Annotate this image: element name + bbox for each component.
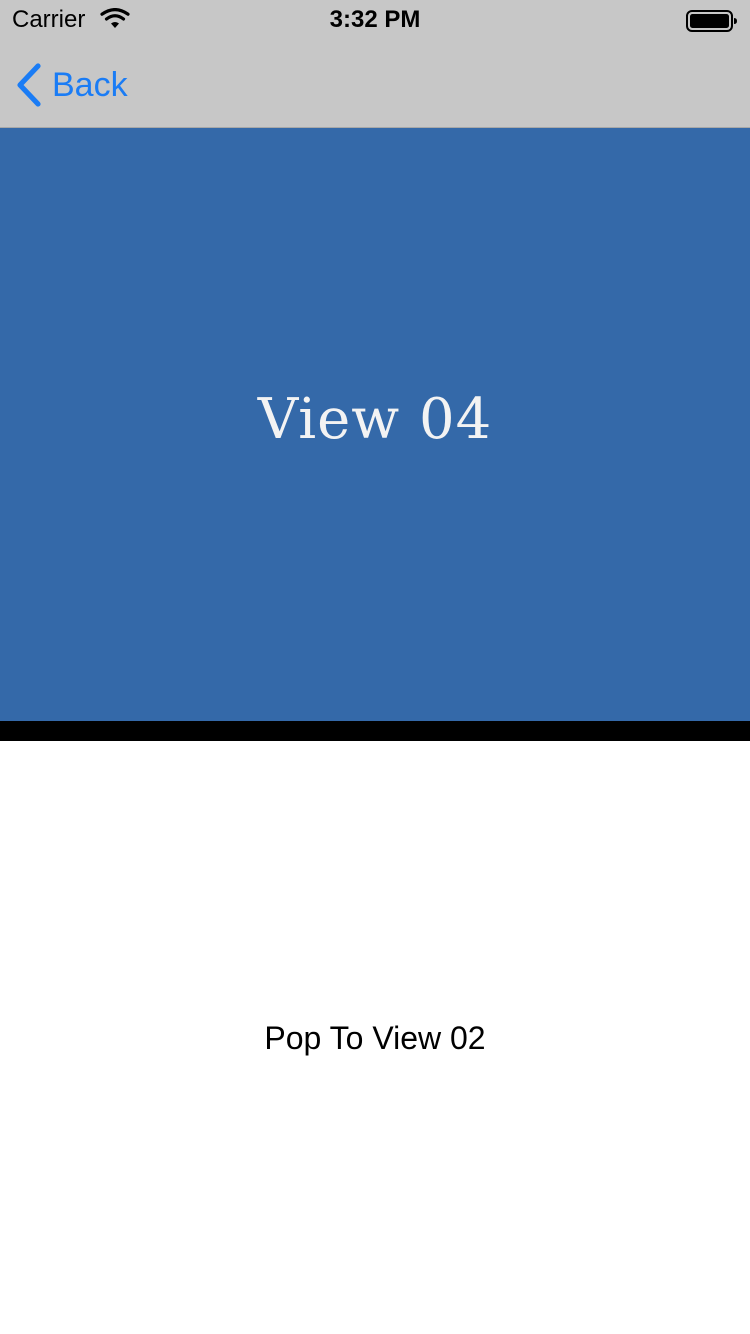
back-button-label: Back — [52, 65, 128, 104]
back-button[interactable]: Back — [14, 62, 128, 108]
view-title: View 04 — [257, 387, 493, 452]
navigation-bar: Back — [0, 40, 750, 128]
chevron-left-icon — [17, 63, 41, 107]
battery-icon — [686, 10, 737, 32]
divider — [0, 721, 750, 741]
status-bar: Carrier 3:32 PM — [0, 0, 750, 40]
top-bar: Carrier 3:32 PM Back — [0, 0, 750, 128]
pop-to-view-02-button[interactable]: Pop To View 02 — [0, 1012, 750, 1064]
screen: Carrier 3:32 PM Back View 04 Pop To View… — [0, 0, 750, 1334]
hero-panel: View 04 — [0, 128, 750, 721]
clock: 3:32 PM — [329, 6, 421, 33]
